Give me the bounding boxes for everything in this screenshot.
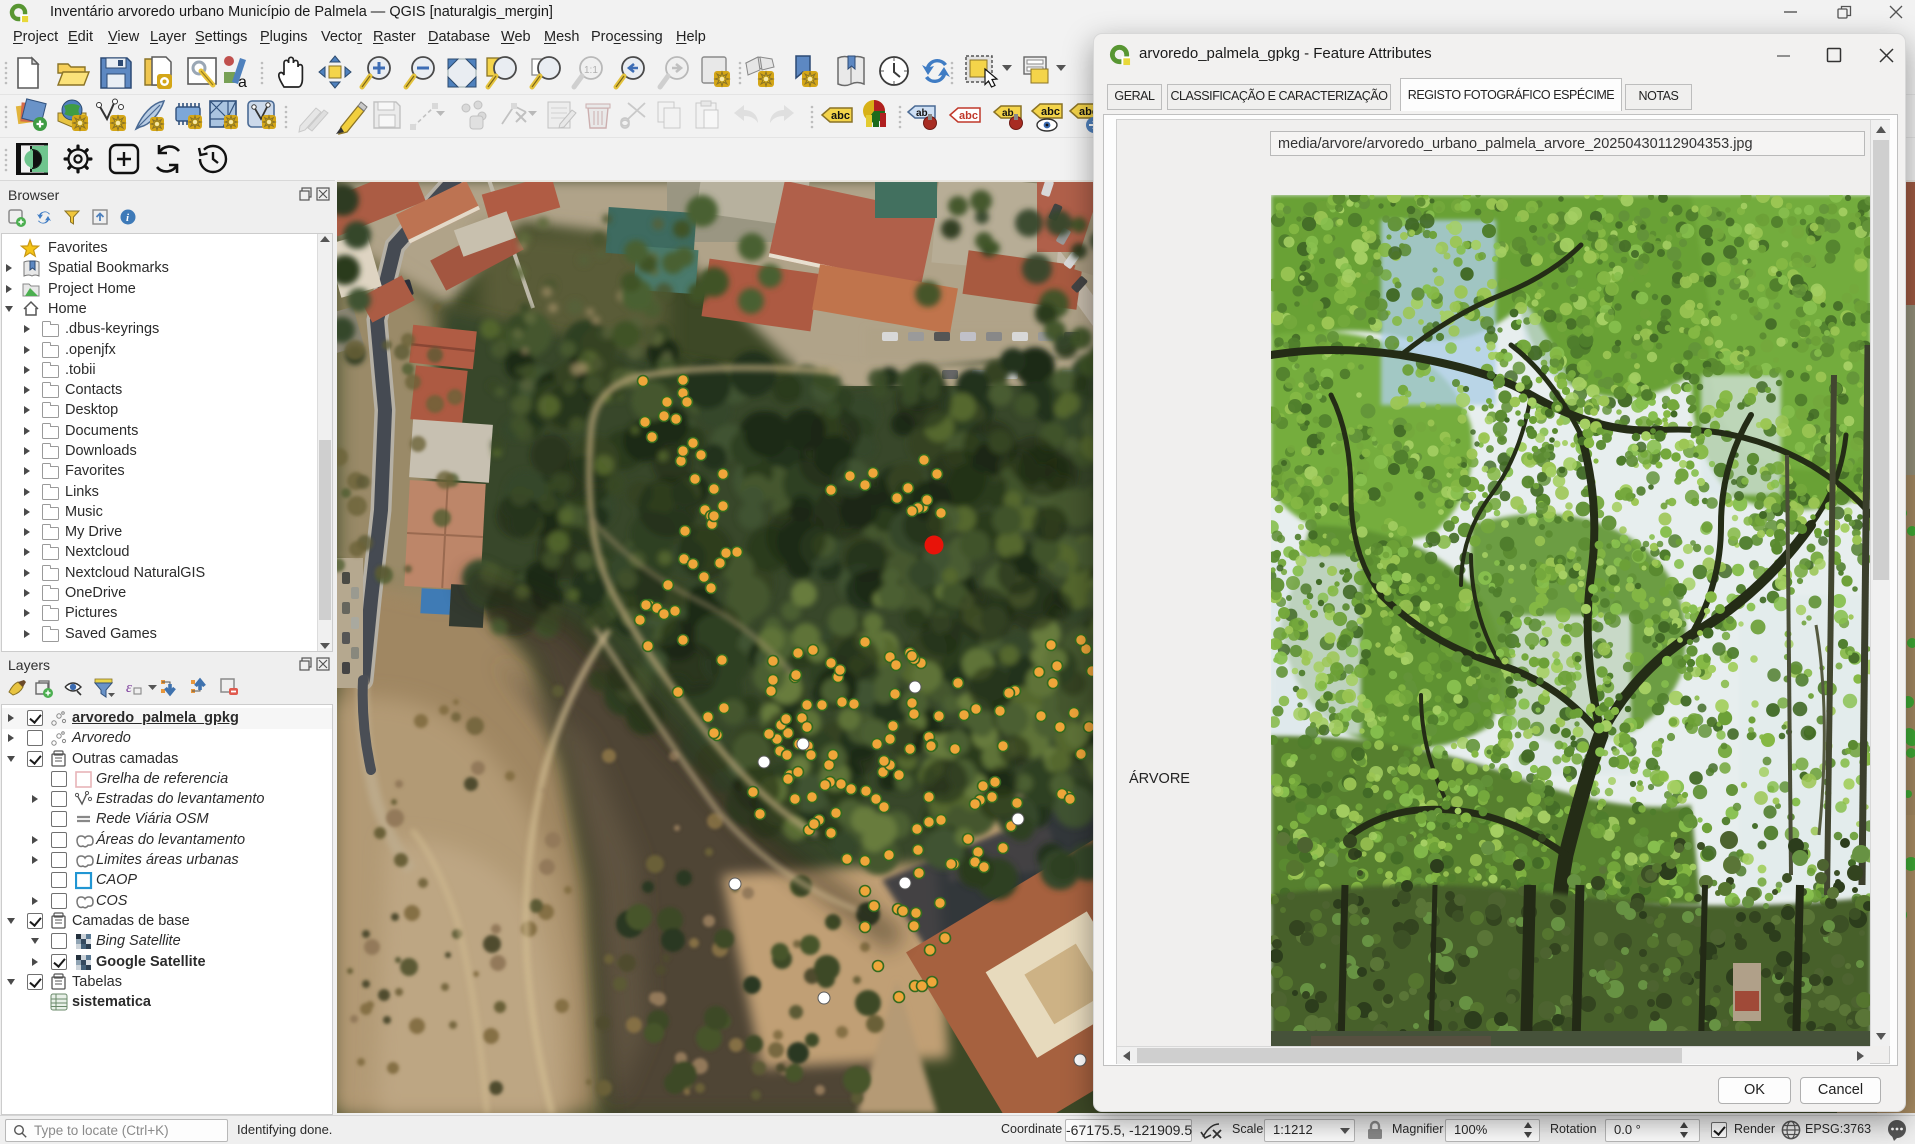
- svg-text:abc: abc: [831, 110, 850, 122]
- svg-text:abc: abc: [959, 110, 978, 122]
- svg-text:abc: abc: [1041, 106, 1060, 118]
- svg-text:1:1: 1:1: [584, 65, 598, 76]
- svg-text:a: a: [238, 74, 247, 91]
- svg-text:ε: ε: [126, 680, 132, 696]
